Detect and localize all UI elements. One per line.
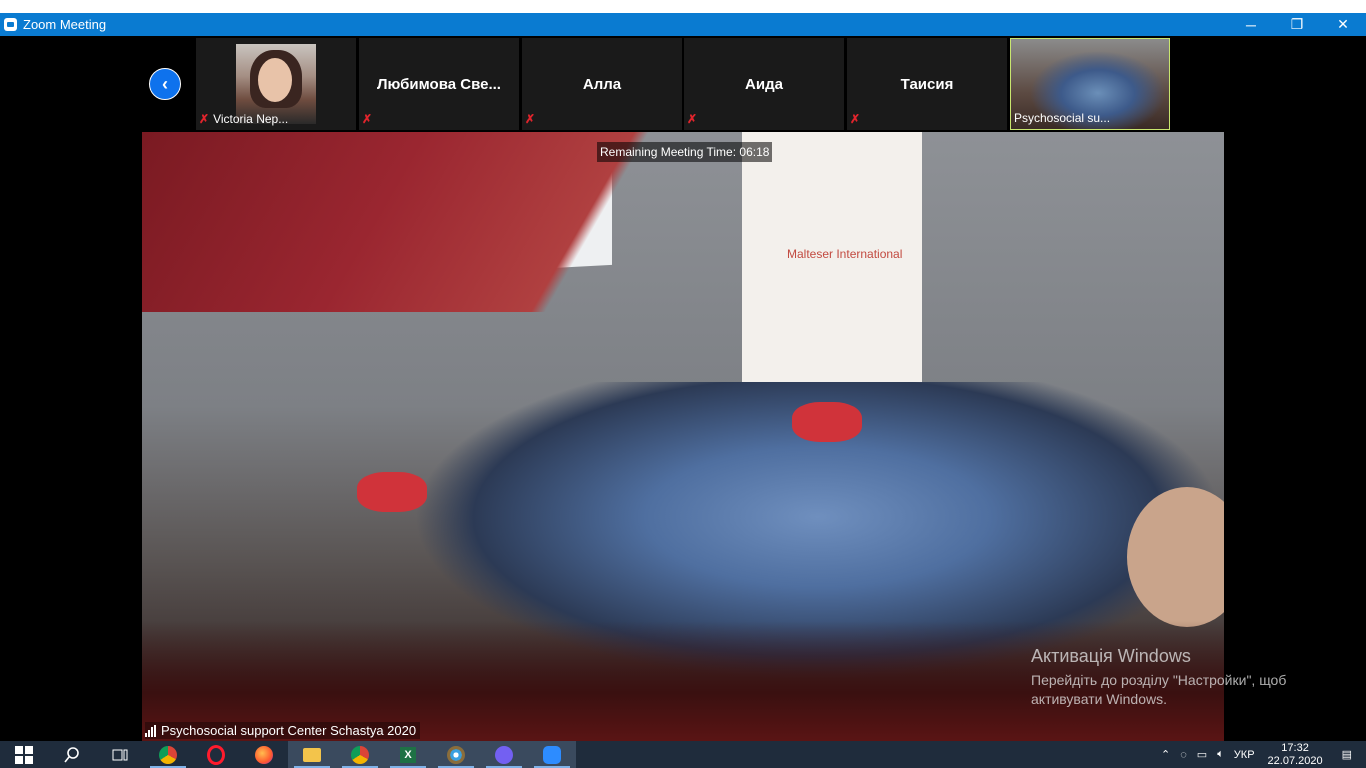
gallery-prev-button[interactable]: ‹ bbox=[149, 68, 181, 100]
participant-name: Psychosocial su... bbox=[1014, 111, 1111, 125]
taskbar-opera[interactable] bbox=[192, 741, 240, 768]
taskbar-viber[interactable] bbox=[480, 741, 528, 768]
mic-muted-icon: ✗ bbox=[362, 112, 373, 126]
clock-date: 22.07.2020 bbox=[1267, 754, 1323, 767]
taskbar-file-explorer[interactable] bbox=[288, 741, 336, 768]
participant-tile[interactable]: Аида ✗ bbox=[684, 38, 844, 130]
task-view-button[interactable] bbox=[96, 741, 144, 768]
windows-activation-watermark: Активація Windows Перейдіть до розділу "… bbox=[1031, 646, 1286, 709]
tile-footer: ✗ bbox=[362, 111, 376, 127]
tile-footer: ✗ Victoria Nep... bbox=[199, 111, 288, 127]
firefox-icon bbox=[255, 745, 273, 764]
window-controls: ─ ❐ ✕ bbox=[1228, 13, 1366, 36]
activation-title: Активація Windows bbox=[1031, 646, 1191, 666]
minimize-button[interactable]: ─ bbox=[1228, 13, 1274, 36]
battery-icon[interactable]: ▭ bbox=[1197, 748, 1207, 761]
taskbar-excel[interactable]: X bbox=[384, 741, 432, 768]
participant-name: Любимова Све... bbox=[377, 76, 501, 93]
restore-button[interactable]: ❐ bbox=[1274, 13, 1320, 36]
clock-time: 17:32 bbox=[1281, 741, 1309, 754]
chrome-icon bbox=[159, 745, 177, 764]
tray-overflow-chevron-icon[interactable]: ⌃ bbox=[1161, 748, 1170, 761]
task-view-icon bbox=[112, 749, 128, 760]
paint-icon bbox=[447, 745, 465, 764]
mic-muted-icon: ✗ bbox=[687, 112, 698, 126]
search-icon bbox=[64, 746, 79, 762]
mic-muted-icon: ✗ bbox=[199, 112, 210, 126]
tile-footer: ✗ bbox=[687, 111, 701, 127]
zoom-icon bbox=[543, 745, 561, 764]
notifications-icon[interactable]: ▤ bbox=[1342, 748, 1352, 761]
top-strip bbox=[0, 0, 1366, 13]
participant-name: Аида bbox=[745, 76, 783, 93]
network-icon[interactable]: ◌ bbox=[1180, 749, 1187, 761]
participant-tile[interactable]: Алла ✗ bbox=[522, 38, 682, 130]
close-button[interactable]: ✕ bbox=[1320, 13, 1366, 36]
folder-icon bbox=[303, 747, 321, 762]
taskbar-chrome-2[interactable] bbox=[336, 741, 384, 768]
speaker-name: Psychosocial support Center Schastya 202… bbox=[161, 723, 417, 738]
tile-footer: ✗ bbox=[525, 111, 539, 127]
participant-tile[interactable]: ✗ Victoria Nep... bbox=[196, 38, 356, 130]
remaining-time-label: Remaining Meeting Time: 06:18 bbox=[597, 142, 773, 162]
participant-tile-active-speaker[interactable]: Psychosocial su... bbox=[1010, 38, 1170, 130]
volume-icon[interactable]: 🔈︎ bbox=[1217, 748, 1224, 761]
system-tray: ⌃ ◌ ▭ 🔈︎ УКР 17:32 22.07.2020 ▤ bbox=[1156, 741, 1366, 768]
taskbar-chrome[interactable] bbox=[144, 741, 192, 768]
taskbar-paint[interactable] bbox=[432, 741, 480, 768]
window-title: Zoom Meeting bbox=[23, 17, 107, 32]
mic-muted-icon: ✗ bbox=[850, 112, 861, 126]
taskbar-zoom[interactable] bbox=[528, 741, 576, 768]
signal-strength-icon bbox=[145, 724, 156, 737]
excel-icon: X bbox=[400, 746, 416, 763]
opera-icon bbox=[207, 744, 225, 765]
windows-logo-icon bbox=[15, 745, 33, 764]
participant-gallery: ‹ ✗ Victoria Nep... Любимова Све... ✗ Ал… bbox=[0, 36, 1366, 132]
participant-tile[interactable]: Таисия ✗ bbox=[847, 38, 1007, 130]
tile-footer: Psychosocial su... bbox=[1014, 110, 1110, 126]
chevron-left-icon: ‹ bbox=[162, 73, 168, 94]
windows-taskbar: X ⌃ ◌ ▭ 🔈︎ УКР 17:32 22.07.2020 ▤ bbox=[0, 741, 1366, 768]
mic-muted-icon: ✗ bbox=[525, 112, 536, 126]
participant-face bbox=[258, 58, 292, 102]
zoom-app-icon bbox=[4, 18, 17, 31]
tile-footer: ✗ bbox=[850, 111, 864, 127]
taskbar-firefox[interactable] bbox=[240, 741, 288, 768]
video-banner-text: Malteser International bbox=[787, 247, 903, 261]
title-bar: Zoom Meeting ─ ❐ ✕ bbox=[0, 13, 1366, 36]
activation-line2: активувати Windows. bbox=[1031, 691, 1167, 707]
video-glove bbox=[357, 472, 427, 512]
viber-icon bbox=[495, 745, 513, 764]
search-button[interactable] bbox=[48, 741, 96, 768]
speaker-name-label: Psychosocial support Center Schastya 202… bbox=[145, 722, 421, 739]
participant-tile[interactable]: Любимова Све... ✗ bbox=[359, 38, 519, 130]
start-button[interactable] bbox=[0, 741, 48, 768]
participant-name: Victoria Nep... bbox=[213, 112, 289, 126]
clock[interactable]: 17:32 22.07.2020 bbox=[1268, 742, 1323, 768]
participant-name: Алла bbox=[582, 76, 622, 93]
video-glove bbox=[792, 402, 862, 442]
activation-line1: Перейдіть до розділу "Настройки", щоб bbox=[1031, 672, 1287, 688]
participant-name: Таисия bbox=[900, 76, 954, 93]
language-indicator[interactable]: УКР bbox=[1234, 749, 1255, 761]
chrome-icon bbox=[351, 745, 369, 764]
